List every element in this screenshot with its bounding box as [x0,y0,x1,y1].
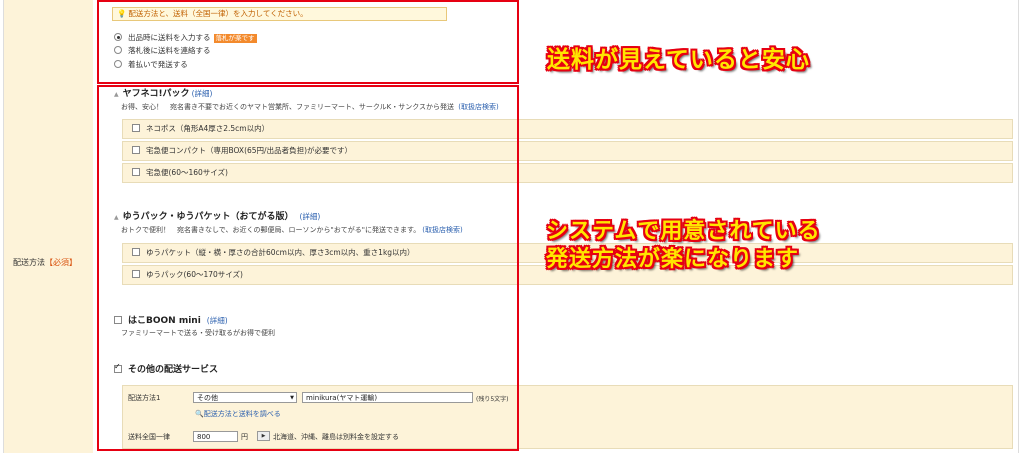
caption-line-1: システムで用意されている [546,219,821,244]
caption-top: 送料が見えていると安心 [547,47,810,73]
shipping-method-label: 配送方法【必須】 [13,257,77,268]
caption-middle: システムで用意されている 発送方法が楽になります [546,218,821,274]
label-text: 配送方法 [13,258,45,267]
field-label-column: 配送方法【必須】 [3,0,95,453]
highlight-box-top [97,0,519,84]
required-marker: 【必須】 [45,258,77,267]
highlight-box-bottom [97,85,519,451]
caption-line-2: 発送方法が楽になります [546,247,800,272]
